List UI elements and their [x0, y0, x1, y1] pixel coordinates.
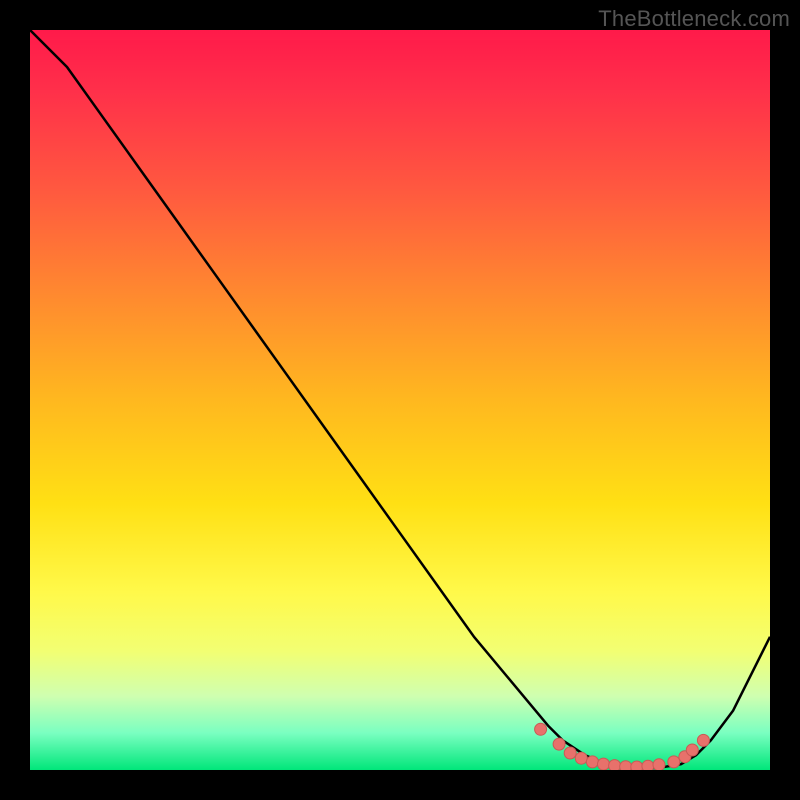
chart-plot-svg [30, 30, 770, 770]
curve-line [30, 30, 770, 769]
watermark-text: TheBottleneck.com [598, 6, 790, 32]
chart-container [30, 30, 770, 770]
